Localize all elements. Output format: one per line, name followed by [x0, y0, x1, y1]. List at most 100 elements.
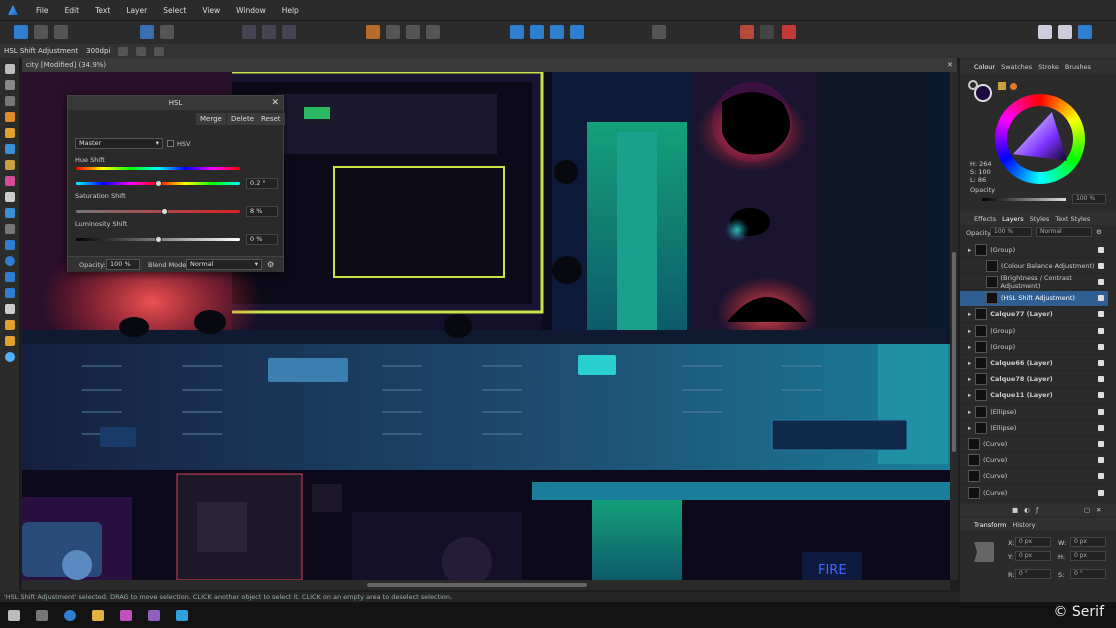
vertical-scroll-thumb[interactable] — [952, 252, 956, 452]
place-image-icon[interactable] — [5, 208, 15, 218]
affinity-designer-taskbar-icon[interactable] — [176, 610, 188, 621]
transform-anchor-icon[interactable] — [974, 542, 994, 562]
layer-opacity-field[interactable]: 100 % — [990, 227, 1032, 237]
expand-arrow-icon[interactable]: ▸ — [968, 246, 971, 254]
home-icon[interactable] — [140, 25, 154, 39]
merge-button[interactable]: Merge — [196, 113, 226, 125]
layer-row[interactable]: ▸ Calque66 (Layer) — [960, 355, 1108, 372]
tab-effects[interactable]: Effects — [974, 215, 996, 223]
layer-row[interactable]: (Curve) — [960, 453, 1108, 469]
menu-help[interactable]: Help — [274, 6, 307, 15]
adjustment-icon[interactable]: ◐ — [1024, 506, 1030, 514]
rectangle-tool-icon[interactable] — [5, 240, 15, 250]
channel-select[interactable]: Master ▾ — [75, 138, 163, 149]
share-icon[interactable] — [160, 25, 174, 39]
ellipse-tool-icon[interactable] — [5, 256, 15, 266]
horizontal-scrollbar[interactable] — [22, 580, 950, 590]
luminosity-shift-value[interactable]: 0 % — [246, 234, 278, 245]
arrange-forward-icon[interactable] — [386, 25, 400, 39]
move-icon[interactable] — [154, 46, 165, 56]
w-field[interactable]: 0 px — [1070, 537, 1106, 547]
align-center-icon[interactable] — [262, 25, 276, 39]
distribute-icon[interactable] — [282, 25, 296, 39]
tab-swatches[interactable]: Swatches — [1001, 63, 1032, 71]
layer-row[interactable]: (Brightness / Contrast Adjustment) — [960, 274, 1108, 291]
rounded-rectangle-tool-icon[interactable] — [5, 272, 15, 282]
tab-layers[interactable]: Layers — [1002, 215, 1024, 223]
arrange-bottom-icon[interactable] — [426, 25, 440, 39]
transparency-tool-icon[interactable] — [5, 192, 15, 202]
layer-visibility-checkbox[interactable] — [1098, 473, 1104, 480]
recent-colour-icon[interactable] — [1010, 83, 1017, 90]
expand-arrow-icon[interactable]: ▸ — [968, 327, 971, 335]
blend-mode-select[interactable]: Normal ▾ — [186, 259, 262, 270]
text-tool-icon[interactable] — [5, 304, 15, 314]
flip-horizontal-icon[interactable] — [510, 25, 524, 39]
expand-arrow-icon[interactable]: ▸ — [968, 359, 971, 367]
menu-edit[interactable]: Edit — [57, 6, 88, 15]
menu-window[interactable]: Window — [228, 6, 274, 15]
layer-visibility-checkbox[interactable] — [1098, 327, 1104, 334]
delete-layer-icon[interactable]: ✕ — [1096, 506, 1101, 514]
flip-vertical-icon[interactable] — [530, 25, 544, 39]
layer-row[interactable]: ▸ Calque78 (Layer) — [960, 372, 1108, 388]
hand-tool-icon[interactable] — [5, 336, 15, 346]
layer-visibility-checkbox[interactable] — [1098, 359, 1104, 366]
layer-row[interactable]: (HSL Shift Adjustment) — [960, 290, 1108, 307]
menu-view[interactable]: View — [194, 6, 228, 15]
menu-file[interactable]: File — [28, 6, 57, 15]
task-view-icon[interactable] — [36, 610, 48, 621]
expand-arrow-icon[interactable]: ▸ — [968, 343, 971, 351]
tab-stroke[interactable]: Stroke — [1038, 63, 1059, 71]
grid-icon[interactable] — [740, 25, 754, 39]
brush-tool-icon[interactable] — [5, 160, 15, 170]
corner-tool-icon[interactable] — [5, 112, 15, 122]
windows-start-icon[interactable] — [8, 610, 20, 621]
tab-styles[interactable]: Styles — [1030, 215, 1050, 223]
move-tool-icon[interactable] — [5, 64, 15, 74]
saturation-shift-slider[interactable] — [76, 208, 240, 215]
pen-tool-icon[interactable] — [5, 128, 15, 138]
assistant-icon[interactable] — [1038, 25, 1052, 39]
hue-shift-slider[interactable] — [76, 180, 240, 187]
layer-row[interactable]: ▸ Calque77 (Layer) — [960, 307, 1108, 323]
crop-tool-icon[interactable] — [5, 224, 15, 234]
saturation-shift-handle[interactable] — [161, 208, 169, 215]
saturation-shift-value[interactable]: 8 % — [246, 206, 278, 217]
expand-arrow-icon[interactable]: ▸ — [968, 408, 971, 416]
expand-arrow-icon[interactable]: ▸ — [968, 424, 971, 432]
r-field[interactable]: 0 ° — [1015, 569, 1051, 579]
mask-icon[interactable]: ■ — [1012, 506, 1018, 514]
layer-row[interactable]: ▸ (Group) — [960, 242, 1108, 258]
layer-row[interactable]: (Curve) — [960, 485, 1108, 501]
close-document-icon[interactable]: ✕ — [947, 61, 953, 69]
s-field[interactable]: 0 ° — [1070, 569, 1106, 579]
zoom-tool-icon[interactable] — [5, 352, 15, 362]
shape-tool-icon[interactable] — [5, 288, 15, 298]
affinity-publisher-icon[interactable] — [148, 610, 160, 621]
layer-row[interactable]: ▸ (Ellipse) — [960, 420, 1108, 437]
layer-visibility-checkbox[interactable] — [1098, 343, 1104, 350]
color-picker-icon[interactable] — [998, 82, 1006, 90]
context-dpi[interactable]: 300dpi — [86, 47, 110, 55]
layer-row[interactable]: (Colour Balance Adjustment) — [960, 258, 1108, 275]
menu-text[interactable]: Text — [87, 6, 118, 15]
file-explorer-icon[interactable] — [92, 610, 104, 621]
hsl-dialog-titlebar[interactable]: HSL ✕ — [68, 96, 283, 110]
colour-opacity-field[interactable]: 100 % — [1072, 194, 1106, 204]
layer-visibility-checkbox[interactable] — [1098, 311, 1104, 318]
stroke-colour-swatch[interactable] — [968, 80, 978, 90]
layer-visibility-checkbox[interactable] — [1098, 440, 1104, 447]
close-dialog-icon[interactable]: ✕ — [271, 96, 279, 110]
snap-icon[interactable] — [760, 25, 774, 39]
luminosity-shift-slider[interactable] — [76, 236, 240, 243]
tab-transform[interactable]: Transform — [974, 521, 1006, 529]
export-persona-icon[interactable] — [54, 25, 68, 39]
user-icon[interactable] — [1078, 25, 1092, 39]
rotate-ccw-icon[interactable] — [570, 25, 584, 39]
vertical-scrollbar[interactable] — [950, 72, 958, 580]
tab-colour[interactable]: Colour — [974, 63, 995, 71]
layer-blend-select[interactable]: Normal — [1036, 227, 1092, 237]
layer-visibility-checkbox[interactable] — [1098, 489, 1104, 496]
expand-arrow-icon[interactable]: ▸ — [968, 391, 971, 399]
